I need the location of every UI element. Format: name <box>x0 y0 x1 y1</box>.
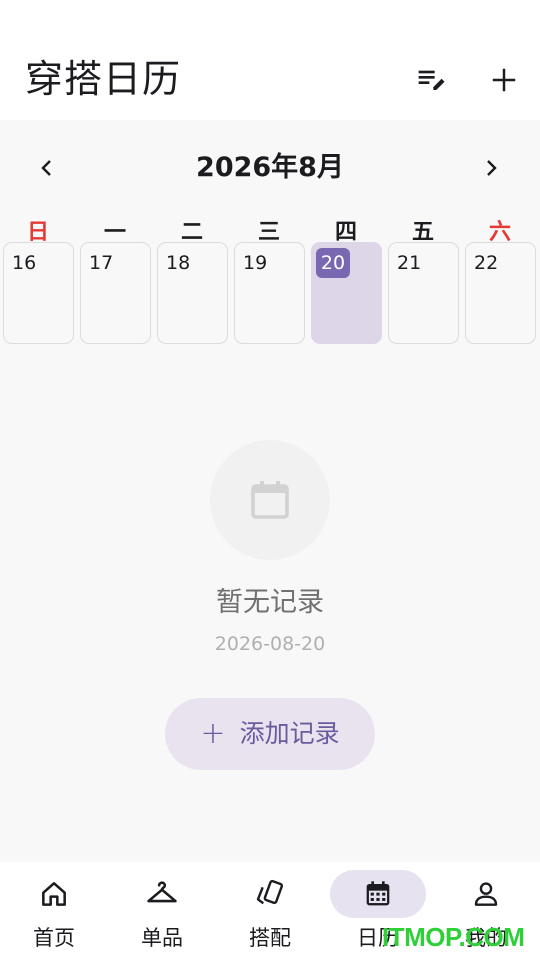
nav-item-items[interactable]: 单品 <box>108 862 216 960</box>
nav-item-outfits[interactable]: 搭配 <box>216 862 324 960</box>
edit-list-button[interactable] <box>410 58 454 102</box>
calendar-icon <box>251 481 289 519</box>
week-row: 16 17 18 19 20 21 22 <box>0 242 540 346</box>
chevron-right-icon <box>487 160 497 176</box>
month-navigation: 2026年8月 <box>0 144 540 192</box>
watermark: ITMOP.COM <box>382 922 525 952</box>
day-cell-selected[interactable]: 20 <box>311 242 382 344</box>
next-month-button[interactable] <box>471 148 511 188</box>
nav-label: 搭配 <box>249 926 291 950</box>
person-icon <box>474 882 498 906</box>
add-record-label: 添加记录 <box>239 719 340 748</box>
day-number: 18 <box>166 252 191 274</box>
nav-icon-container <box>114 870 210 918</box>
home-icon <box>42 882 66 906</box>
day-number: 21 <box>397 252 422 274</box>
weekday-label: 一 <box>103 220 126 244</box>
app-bar: 穿搭日历 <box>0 0 540 120</box>
day-cell[interactable]: 19 <box>234 242 305 344</box>
playlist-edit-icon <box>418 70 445 90</box>
day-cell[interactable]: 22 <box>465 242 536 344</box>
day-cell[interactable]: 18 <box>157 242 228 344</box>
day-cell[interactable]: 17 <box>80 242 151 344</box>
day-number: 22 <box>474 252 499 274</box>
day-number: 20 <box>316 248 350 278</box>
hanger-icon <box>147 881 177 903</box>
nav-icon-container <box>6 870 102 918</box>
page-title: 穿搭日历 <box>25 57 182 101</box>
weekday-label: 日 <box>26 220 49 244</box>
nav-label: 首页 <box>33 926 75 950</box>
nav-item-home[interactable]: 首页 <box>0 862 108 960</box>
cards-icon <box>256 879 284 905</box>
weekday-label: 六 <box>488 220 511 244</box>
calendar-content: 2026年8月 日 一 二 三 四 五 六 16 17 18 19 20 21 … <box>0 120 540 862</box>
day-number: 16 <box>12 252 37 274</box>
empty-state-date: 2026-08-20 <box>214 633 326 655</box>
weekday-label: 五 <box>411 220 434 244</box>
day-cell[interactable]: 16 <box>3 242 74 344</box>
empty-state-illustration <box>210 440 330 560</box>
plus-icon: + <box>200 716 226 751</box>
weekday-label: 四 <box>334 220 357 244</box>
weekday-header: 日 一 二 三 四 五 六 <box>0 218 540 244</box>
add-record-button[interactable]: + 添加记录 <box>165 698 375 770</box>
nav-icon-container <box>330 870 426 918</box>
calendar-icon <box>366 881 390 906</box>
add-button[interactable] <box>482 58 526 102</box>
nav-icon-container <box>438 870 534 918</box>
day-number: 19 <box>243 252 268 274</box>
month-title: 2026年8月 <box>196 152 344 183</box>
plus-icon <box>492 68 516 92</box>
nav-label: 单品 <box>141 926 183 950</box>
empty-state-title: 暂无记录 <box>216 587 324 618</box>
nav-icon-container <box>222 870 318 918</box>
weekday-label: 三 <box>257 220 280 244</box>
day-cell[interactable]: 21 <box>388 242 459 344</box>
weekday-label: 二 <box>180 220 203 244</box>
day-number: 17 <box>89 252 114 274</box>
